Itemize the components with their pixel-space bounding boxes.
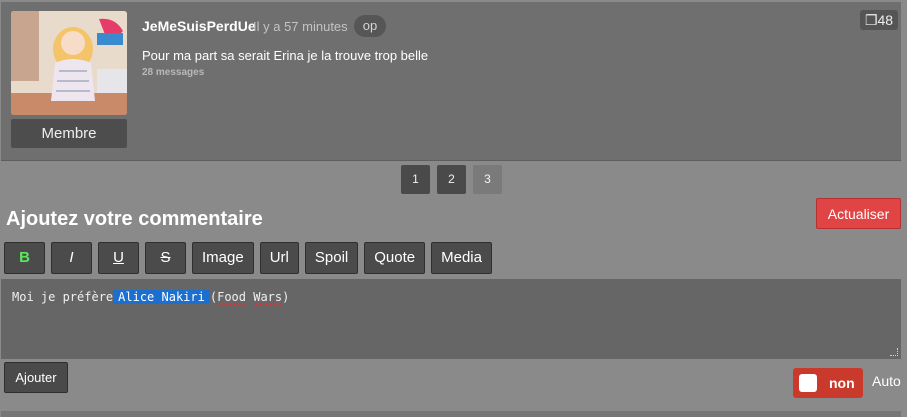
spoil-button[interactable]: Spoil: [304, 242, 359, 274]
avatar-image: [11, 11, 127, 115]
comment-card: Membre JeMeSuisPerdUe Il y a 57 minutes …: [1, 2, 901, 161]
editor-misspelled-word: Wars: [253, 290, 283, 304]
image-button[interactable]: Image: [192, 242, 254, 274]
url-button[interactable]: Url: [259, 242, 299, 274]
section-title: Ajoutez votre commentaire: [6, 208, 263, 230]
strike-button[interactable]: S: [145, 242, 186, 274]
italic-button[interactable]: I: [51, 242, 92, 274]
format-toolbar: B I U S Image Url Spoil Quote Media: [4, 242, 492, 274]
toggle-state-label: non: [829, 375, 855, 391]
page-button-2[interactable]: 2: [437, 165, 466, 194]
editor-paren-close: ): [282, 290, 290, 304]
message-count: 28 messages: [142, 67, 205, 78]
avatar[interactable]: [11, 11, 127, 115]
page-button-1[interactable]: 1: [401, 165, 430, 194]
refresh-button[interactable]: Actualiser: [816, 198, 901, 229]
resize-handle[interactable]: [890, 348, 898, 356]
editor-paren-open: (: [209, 290, 218, 304]
bottom-bar: [1, 411, 901, 417]
auto-refresh-toggle[interactable]: non: [793, 368, 863, 398]
comment-text: Pour ma part sa serait Erina je la trouv…: [142, 48, 429, 63]
op-badge: op: [354, 15, 386, 37]
media-button[interactable]: Media: [431, 242, 492, 274]
editor-text-before: Moi je préfère: [12, 290, 114, 304]
editor-misspelled-word: Food: [217, 290, 246, 304]
rank-badge: Membre: [11, 119, 127, 148]
page-button-3[interactable]: 3: [473, 165, 502, 194]
comment-editor[interactable]: Moi je préfère Alice Nakiri (Food Wars): [1, 279, 901, 359]
auto-label: Auto: [872, 373, 901, 389]
bold-button[interactable]: B: [4, 242, 45, 274]
underline-button[interactable]: U: [98, 242, 139, 274]
vote-count[interactable]: ❒48: [860, 10, 898, 30]
editor-selection: Alice Nakiri: [113, 290, 210, 304]
author-name[interactable]: JeMeSuisPerdUe: [142, 18, 256, 34]
toggle-knob: [799, 374, 817, 392]
timestamp: Il y a 57 minutes: [253, 19, 348, 34]
quote-button[interactable]: Quote: [364, 242, 426, 274]
pagination: 1 2 3: [401, 165, 502, 194]
submit-button[interactable]: Ajouter: [4, 362, 68, 393]
